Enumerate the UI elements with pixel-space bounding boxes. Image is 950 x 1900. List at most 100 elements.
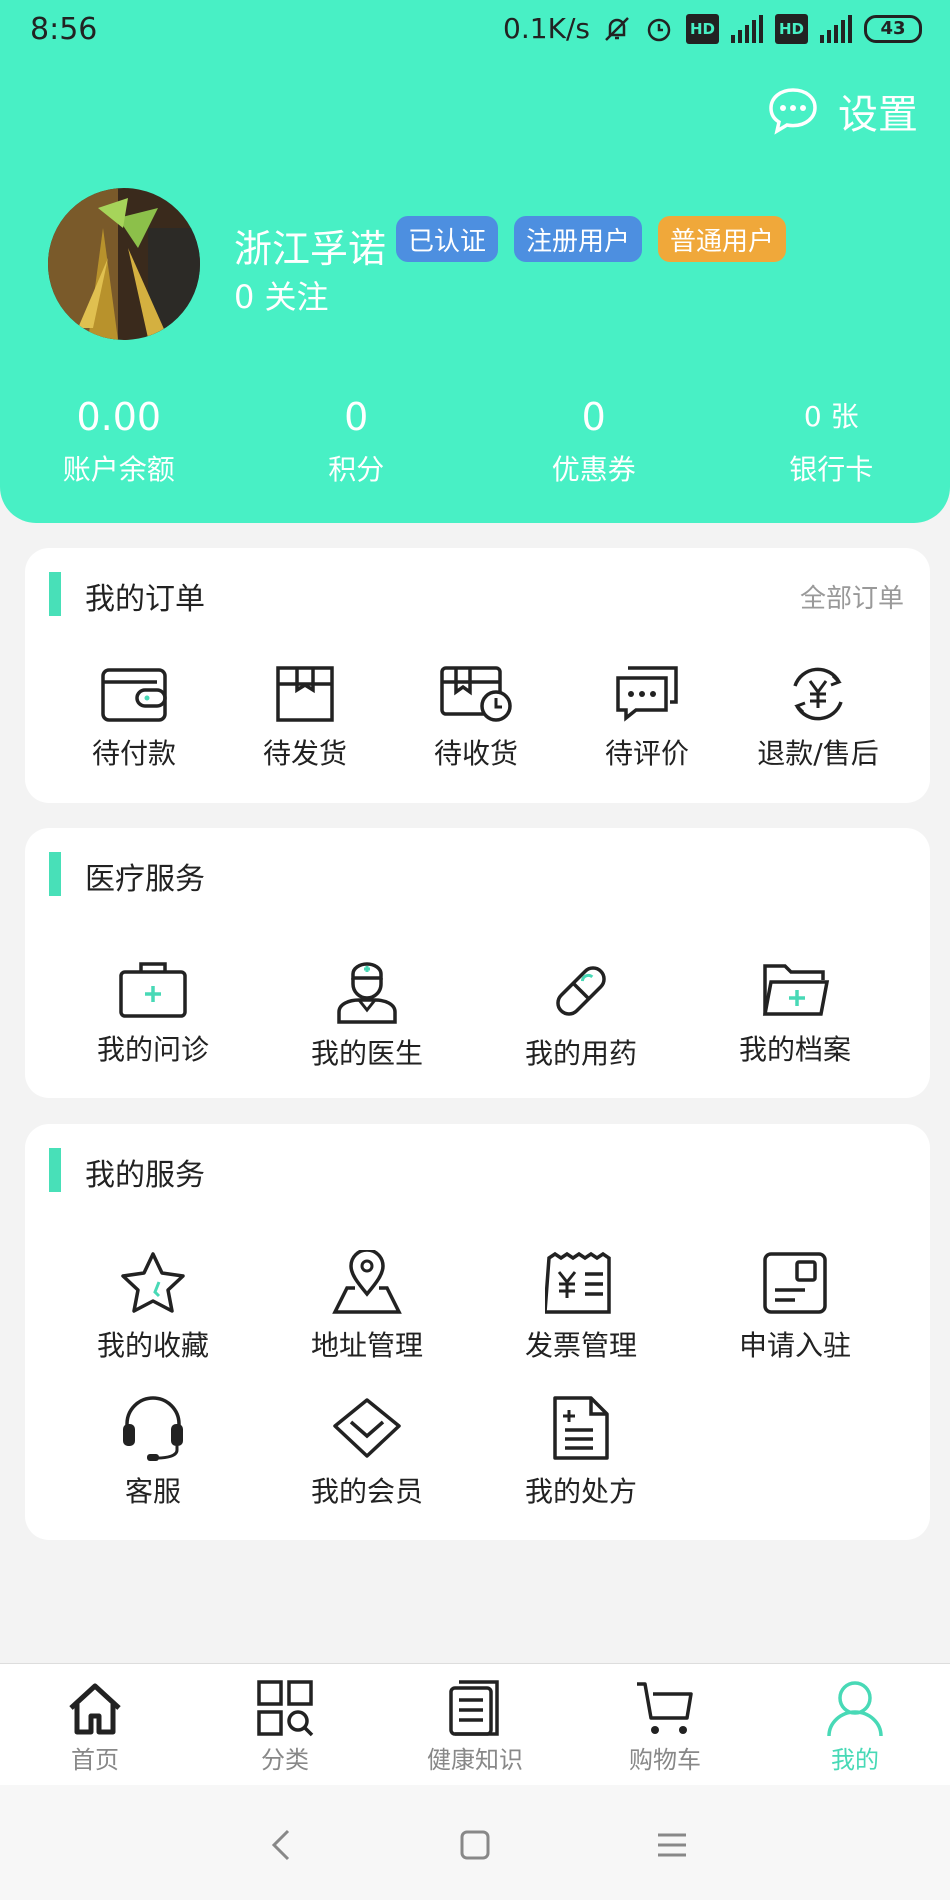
orders-header: 我的订单 全部订单 — [25, 548, 930, 638]
prescription-icon — [553, 1396, 609, 1460]
tab-home[interactable]: 首页 — [0, 1664, 190, 1785]
menu-icon[interactable] — [652, 1825, 692, 1865]
order-pending-receipt[interactable]: 待收货 — [386, 664, 566, 772]
service-label: 我的收藏 — [96, 1329, 209, 1362]
stat-value: 0 张 — [803, 400, 859, 433]
back-icon[interactable] — [262, 1825, 302, 1865]
service-label: 地址管理 — [310, 1329, 423, 1362]
diamond-icon — [333, 1398, 401, 1458]
tab-label: 购物车 — [629, 1746, 701, 1774]
comment-icon — [616, 666, 678, 722]
tab-label: 分类 — [261, 1746, 309, 1774]
stat-points[interactable]: 0 积分 — [238, 392, 476, 488]
mute-bell-icon — [602, 14, 632, 44]
medical-header: 医疗服务 — [25, 828, 930, 918]
normal-user-badge: 普通用户 — [658, 216, 787, 262]
tab-label: 健康知识 — [427, 1746, 523, 1774]
signal-icon — [730, 14, 763, 43]
tab-cart[interactable]: 购物车 — [570, 1664, 760, 1785]
settings-button[interactable]: 设置 — [766, 82, 918, 140]
tab-label: 首页 — [71, 1746, 119, 1774]
service-apply-join[interactable]: 申请入驻 — [705, 1250, 885, 1364]
orders-title: 我的订单 — [85, 582, 205, 617]
message-icon — [769, 88, 817, 135]
services-title: 我的服务 — [85, 1158, 205, 1193]
service-label: 客服 — [124, 1475, 181, 1508]
home-nav-icon[interactable] — [455, 1825, 495, 1865]
service-invoice[interactable]: 发票管理 — [491, 1250, 671, 1364]
service-address[interactable]: 地址管理 — [277, 1250, 457, 1364]
status-icons: 0.1K/s HD HD 43 — [503, 12, 922, 45]
service-customer-support[interactable]: 客服 — [63, 1394, 243, 1510]
account-stats: 0.00 账户余额 0 积分 0 优惠券 0 张 银行卡 — [0, 392, 950, 488]
folder-icon — [762, 964, 830, 1016]
medical-label: 我的问诊 — [96, 1033, 209, 1066]
section-marker — [49, 852, 61, 896]
registered-user-badge: 注册用户 — [514, 216, 643, 262]
medical-title: 医疗服务 — [85, 862, 205, 897]
delivery-clock-icon — [440, 666, 512, 722]
order-pending-payment[interactable]: 待付款 — [44, 664, 224, 772]
stat-label: 账户余额 — [62, 453, 175, 486]
medical-services-card: 医疗服务 我的问诊 我的医生 我的用药 我的档案 — [25, 828, 930, 1098]
battery-icon: 43 — [864, 14, 922, 43]
badge-list: 已认证 注册用户 普通用户 — [396, 216, 787, 262]
stat-label: 优惠券 — [551, 453, 636, 486]
order-refund[interactable]: 退款/售后 — [728, 664, 908, 772]
order-label: 待发货 — [262, 737, 347, 770]
tab-mine[interactable]: 我的 — [760, 1664, 950, 1785]
section-marker — [49, 1148, 61, 1192]
orders-card: 我的订单 全部订单 待付款 待发货 待收货 待评价 退款/售后 — [25, 548, 930, 803]
location-icon — [332, 1250, 402, 1314]
status-time: 8:56 — [30, 12, 98, 47]
medical-medication[interactable]: 我的用药 — [491, 958, 671, 1072]
service-favorites[interactable]: 我的收藏 — [63, 1250, 243, 1364]
alarm-icon — [644, 14, 674, 44]
status-bar: 8:56 0.1K/s HD HD 43 — [0, 0, 950, 60]
stat-value: 0.00 — [76, 395, 162, 439]
medical-records[interactable]: 我的档案 — [705, 958, 885, 1068]
tab-label: 我的 — [831, 1746, 879, 1774]
order-label: 待收货 — [433, 737, 518, 770]
medical-consultation[interactable]: 我的问诊 — [63, 958, 243, 1068]
star-icon — [121, 1252, 185, 1313]
service-label: 发票管理 — [524, 1329, 637, 1362]
cart-icon — [637, 1682, 693, 1734]
avatar[interactable] — [48, 188, 200, 340]
order-label: 待付款 — [91, 737, 176, 770]
stat-coupons[interactable]: 0 优惠券 — [475, 392, 713, 488]
apply-icon — [763, 1252, 827, 1314]
bottom-tab-bar: 首页 分类 健康知识 购物车 我的 — [0, 1663, 950, 1785]
news-icon — [449, 1680, 499, 1736]
stat-label: 积分 — [328, 453, 385, 486]
refund-icon — [793, 667, 843, 721]
medical-label: 我的档案 — [738, 1033, 851, 1066]
tab-health-knowledge[interactable]: 健康知识 — [380, 1664, 570, 1785]
service-membership[interactable]: 我的会员 — [277, 1394, 457, 1510]
medical-doctor[interactable]: 我的医生 — [277, 958, 457, 1072]
doctor-icon — [337, 962, 397, 1024]
user-icon — [827, 1681, 883, 1737]
service-label: 我的处方 — [524, 1475, 637, 1508]
hd-icon-2: HD — [774, 13, 808, 44]
all-orders-link[interactable]: 全部订单 — [800, 578, 904, 615]
service-prescription[interactable]: 我的处方 — [491, 1394, 671, 1510]
service-label: 申请入驻 — [738, 1329, 851, 1362]
stat-label: 银行卡 — [789, 453, 874, 486]
hd-icon: HD — [685, 13, 719, 44]
medical-label: 我的用药 — [524, 1037, 637, 1070]
services-header: 我的服务 — [25, 1124, 930, 1214]
follow-count[interactable]: 0 关注 — [234, 272, 329, 318]
username: 浙江孚诺 — [234, 227, 387, 271]
verified-badge: 已认证 — [396, 216, 499, 262]
stat-value: 0 — [344, 395, 369, 439]
order-pending-shipment[interactable]: 待发货 — [215, 664, 395, 772]
wallet-icon — [101, 668, 167, 722]
order-pending-review[interactable]: 待评价 — [557, 664, 737, 772]
medical-label: 我的医生 — [310, 1037, 423, 1070]
system-nav-bar — [0, 1785, 950, 1900]
stat-balance[interactable]: 0.00 账户余额 — [0, 392, 238, 488]
stat-bank-cards[interactable]: 0 张 银行卡 — [713, 392, 950, 488]
box-icon — [276, 666, 334, 722]
tab-category[interactable]: 分类 — [190, 1664, 380, 1785]
